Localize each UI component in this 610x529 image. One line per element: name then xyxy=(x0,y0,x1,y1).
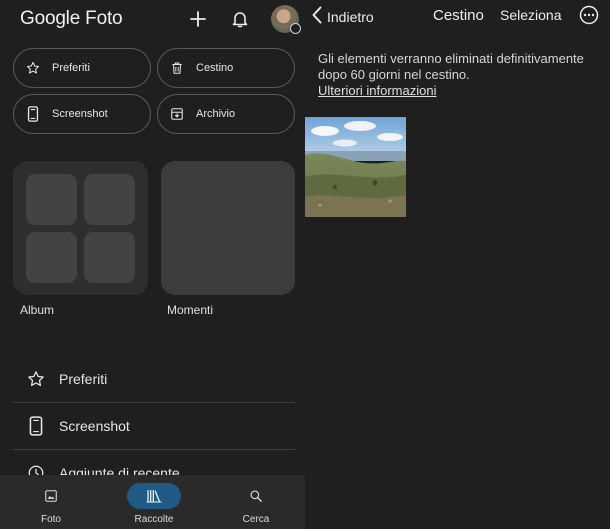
library-icon xyxy=(127,483,181,509)
chip-label: Preferiti xyxy=(52,62,90,74)
chip-label: Cestino xyxy=(196,62,234,74)
chevron-left-icon xyxy=(312,6,322,27)
nav-label: Raccolte xyxy=(134,514,174,525)
logo-brand: Google xyxy=(20,8,81,29)
album-placeholder xyxy=(84,232,135,283)
phone-icon xyxy=(13,416,59,436)
app-logo: Google Foto xyxy=(20,8,123,30)
avatar[interactable] xyxy=(271,5,301,34)
moments-tile[interactable] xyxy=(161,161,295,295)
phone-icon xyxy=(14,106,52,122)
back-button[interactable]: Indietro xyxy=(312,6,374,27)
chip-archivio[interactable]: Archivio xyxy=(157,94,295,134)
trashed-photo-thumbnail[interactable] xyxy=(305,117,406,217)
learn-more-link[interactable]: Ulteriori informazioni xyxy=(318,83,436,98)
archive-icon xyxy=(158,107,196,121)
album-placeholder xyxy=(26,232,77,283)
photo-icon xyxy=(24,483,78,509)
more-options-icon[interactable] xyxy=(579,5,599,25)
nav-label: Foto xyxy=(40,514,61,525)
chip-cestino[interactable]: Cestino xyxy=(157,48,295,88)
album-label: Album xyxy=(20,303,55,317)
album-tile[interactable] xyxy=(13,161,148,295)
plus-icon[interactable] xyxy=(187,8,209,30)
album-placeholder xyxy=(84,174,135,225)
trash-info-message: Gli elementi verranno eliminati definiti… xyxy=(318,51,584,82)
select-button[interactable]: Seleziona xyxy=(500,7,562,23)
trash-icon xyxy=(158,61,196,75)
star-icon xyxy=(13,370,59,388)
page-title: Cestino xyxy=(433,7,484,24)
collections-screen: Google Foto Preferiti Cestino Screenshot… xyxy=(0,0,305,529)
nav-foto[interactable]: Foto xyxy=(1,475,101,529)
logo-product: Foto xyxy=(85,8,123,29)
nav-raccolte[interactable]: Raccolte xyxy=(104,475,204,529)
moments-label: Momenti xyxy=(167,303,214,317)
nav-label: Cerca xyxy=(242,514,270,525)
bottom-nav: Foto Raccolte Cerca xyxy=(0,475,305,529)
album-placeholder xyxy=(26,174,77,225)
star-icon xyxy=(14,61,52,75)
back-label: Indietro xyxy=(327,8,374,25)
chip-label: Screenshot xyxy=(52,108,108,120)
list-item-label: Preferiti xyxy=(59,371,108,387)
list-item-label: Screenshot xyxy=(59,418,130,434)
bell-icon[interactable] xyxy=(229,8,251,30)
chip-label: Archivio xyxy=(196,108,236,120)
nav-cerca[interactable]: Cerca xyxy=(206,475,305,529)
list-item-screenshot[interactable]: Screenshot xyxy=(13,403,295,449)
trash-screen: Indietro Cestino Seleziona Gli elementi … xyxy=(305,0,610,529)
list-item-preferiti[interactable]: Preferiti xyxy=(13,356,295,402)
account-status-icon xyxy=(290,23,301,34)
chip-preferiti[interactable]: Preferiti xyxy=(13,48,151,88)
chip-screenshot[interactable]: Screenshot xyxy=(13,94,151,134)
search-icon xyxy=(229,483,283,509)
